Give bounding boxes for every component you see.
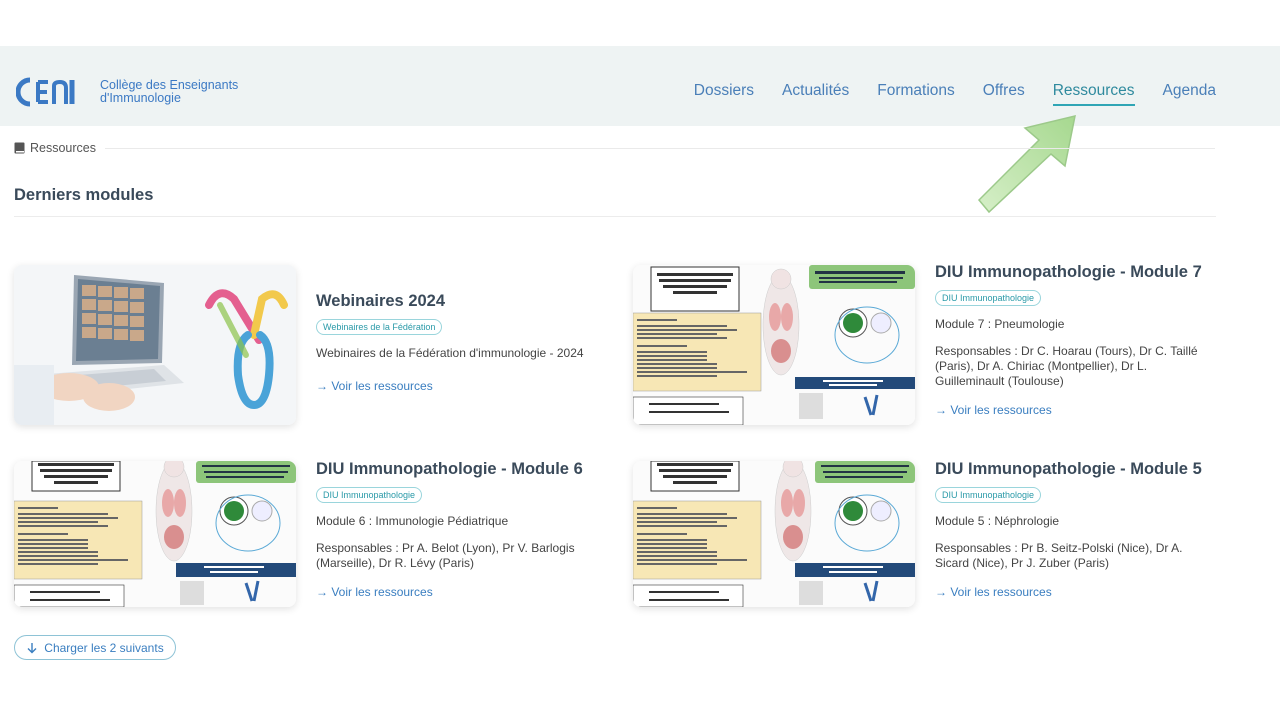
nav-formations[interactable]: Formations	[877, 82, 955, 100]
breadcrumb-divider	[105, 148, 1215, 149]
nav-offres[interactable]: Offres	[983, 82, 1025, 100]
card-title[interactable]: Webinaires 2024	[316, 292, 616, 311]
card-tag[interactable]: Webinaires de la Fédération	[316, 319, 443, 335]
card-title[interactable]: DIU Immunopathologie - Module 7	[935, 263, 1225, 282]
section-divider	[14, 216, 1216, 217]
card-thumbnail-module7[interactable]	[633, 265, 915, 425]
card-body-module5: DIU Immunopathologie - Module 5 DIU Immu…	[935, 460, 1225, 599]
card-tag[interactable]: DIU Immunopathologie	[935, 290, 1042, 306]
card-title[interactable]: DIU Immunopathologie - Module 6	[316, 460, 606, 479]
see-resources-link[interactable]: → Voir les ressources	[935, 585, 1225, 599]
logo-text-line2: d'Immunologie	[100, 91, 181, 105]
nav-ressources[interactable]: Ressources	[1052, 82, 1135, 106]
card-description: Module 6 : Immunologie Pédiatrique	[316, 514, 509, 528]
load-more-button[interactable]: Charger les 2 suivants	[14, 635, 176, 660]
cei-logo-icon	[16, 77, 75, 107]
arrow-down-icon	[27, 642, 37, 653]
nav-agenda[interactable]: Agenda	[1163, 82, 1216, 100]
site-header: Collège des Enseignants d'Immunologie Do…	[0, 46, 1280, 126]
book-icon	[14, 142, 25, 154]
breadcrumb-label[interactable]: Ressources	[30, 141, 96, 155]
card-thumbnail-webinaires[interactable]	[14, 265, 296, 425]
card-title[interactable]: DIU Immunopathologie - Module 5	[935, 460, 1225, 479]
nav-dossiers[interactable]: Dossiers	[694, 82, 754, 100]
laptop-illustration-icon	[14, 265, 296, 425]
card-responsables: Responsables : Pr A. Belot (Lyon), Pr V.…	[316, 541, 575, 570]
logo[interactable]: Collège des Enseignants d'Immunologie	[16, 76, 238, 108]
card-tag[interactable]: DIU Immunopathologie	[316, 487, 423, 503]
card-responsables: Responsables : Pr B. Seitz-Polski (Nice)…	[935, 541, 1183, 570]
card-responsables: Responsables : Dr C. Hoarau (Tours), Dr …	[935, 344, 1198, 388]
card-thumbnail-module5[interactable]	[633, 461, 915, 607]
card-body-webinaires: Webinaires 2024 Webinaires de la Fédérat…	[316, 292, 616, 393]
load-more-label: Charger les 2 suivants	[44, 640, 164, 655]
card-thumbnail-module6[interactable]	[14, 461, 296, 607]
annotation-arrow-icon	[977, 114, 1076, 214]
see-resources-link[interactable]: → Voir les ressources	[316, 585, 606, 599]
card-body-module6: DIU Immunopathologie - Module 6 DIU Immu…	[316, 460, 606, 599]
poster-illustration-icon	[633, 265, 915, 425]
section-title: Derniers modules	[14, 186, 154, 204]
card-description: Webinaires de la Fédération d'immunologi…	[316, 346, 584, 360]
see-resources-link[interactable]: → Voir les ressources	[935, 403, 1225, 417]
poster-illustration-icon	[633, 461, 915, 607]
main-nav: Dossiers Actualités Formations Offres Re…	[666, 82, 1216, 106]
nav-actualites[interactable]: Actualités	[782, 82, 849, 100]
card-tag[interactable]: DIU Immunopathologie	[935, 487, 1042, 503]
card-description: Module 7 : Pneumologie	[935, 317, 1065, 331]
card-body-module7: DIU Immunopathologie - Module 7 DIU Immu…	[935, 263, 1225, 417]
see-resources-link[interactable]: → Voir les ressources	[316, 379, 616, 393]
breadcrumb: Ressources	[14, 141, 96, 155]
poster-illustration-icon	[14, 461, 296, 607]
card-description: Module 5 : Néphrologie	[935, 514, 1060, 528]
